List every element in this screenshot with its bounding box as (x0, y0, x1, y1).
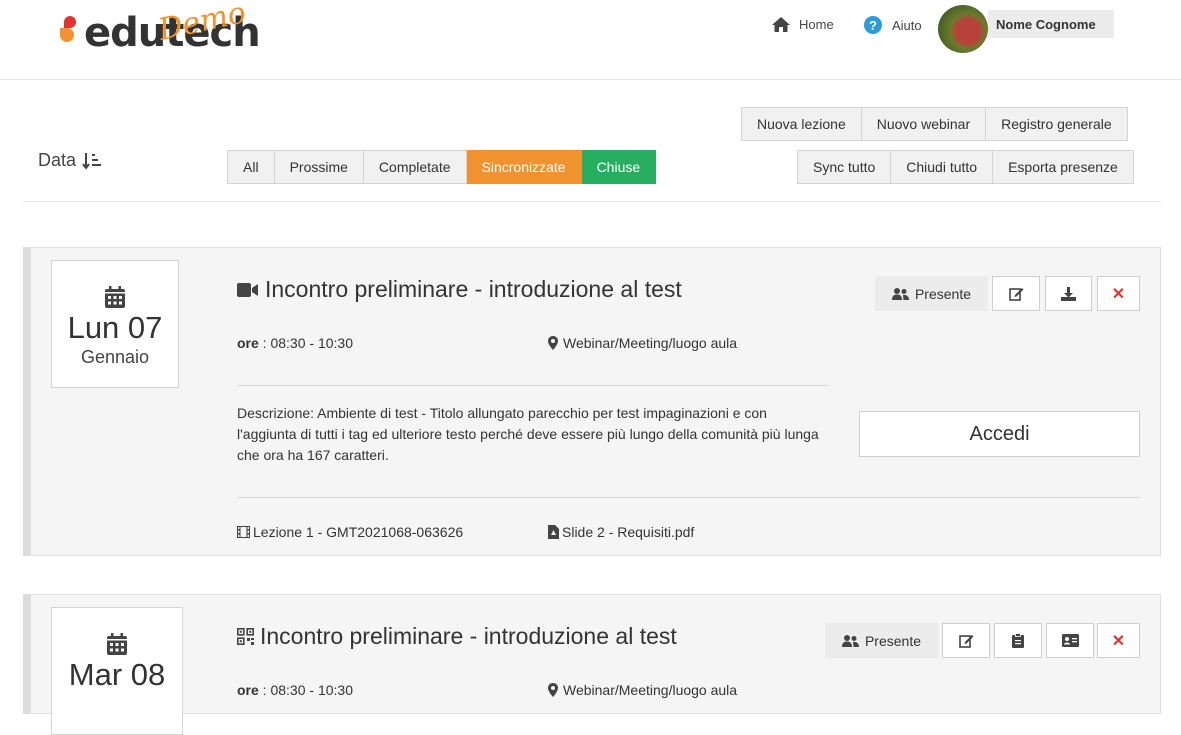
users-icon (891, 287, 909, 300)
logo-mark-orange (60, 28, 74, 42)
event-place-text: Webinar/Meeting/luogo aula (563, 335, 738, 351)
nav-help-label: Aiuto (892, 17, 922, 33)
clipboard-button[interactable] (994, 623, 1042, 658)
top-header: edutech Demo Home ? Aiuto Nome Cognome (0, 0, 1181, 80)
edit-icon (1008, 288, 1023, 301)
filter-completate[interactable]: Completate (363, 150, 467, 184)
close-icon: ✕ (1111, 632, 1126, 650)
presence-button[interactable]: Presente (825, 623, 938, 658)
bulk-actions-group: Sync tutto Chiudi tutto Esporta presenze (797, 150, 1134, 184)
event-date-box: Mar 08 (51, 607, 183, 735)
event-month: Gennaio (80, 347, 150, 367)
user-name[interactable]: Nome Cognome (988, 10, 1114, 38)
event-card: Mar 08 Incontro preliminare - introduzio… (23, 594, 1161, 735)
edit-button[interactable] (992, 276, 1040, 311)
export-attendance-button[interactable]: Esporta presenze (993, 150, 1134, 184)
event-day: Mar 08 (68, 657, 166, 692)
recording-link[interactable]: Lezione 1 - GMT2021068-063626 (237, 524, 463, 540)
delete-button[interactable]: ✕ (1097, 276, 1140, 311)
event-place: Webinar/Meeting/luogo aula (548, 682, 737, 698)
access-button[interactable]: Accedi (859, 411, 1140, 457)
event-place: Webinar/Meeting/luogo aula (548, 335, 737, 351)
new-webinar-button[interactable]: Nuovo webinar (861, 107, 987, 141)
event-date-box: Lun 07 Gennaio (51, 260, 179, 388)
id-card-button[interactable] (1046, 623, 1094, 658)
id-card-icon (1061, 634, 1079, 647)
edutech-logo[interactable]: edutech Demo (60, 0, 270, 56)
close-all-button[interactable]: Chiudi tutto (891, 150, 994, 184)
sort-by-date[interactable]: Data (38, 150, 102, 171)
edit-icon (958, 635, 973, 648)
time-value: : 08:30 - 10:30 (258, 335, 353, 351)
event-day: Lun 07 (67, 310, 163, 345)
event-title[interactable]: Incontro preliminare - introduzione al t… (237, 276, 682, 303)
filter-group: All Prossime Completate Sincronizzate Ch… (227, 150, 657, 184)
users-icon (841, 634, 859, 647)
presence-button[interactable]: Presente (875, 276, 988, 311)
filter-sincronizzate[interactable]: Sincronizzate (466, 150, 582, 184)
attachment-link[interactable]: Slide 2 - Requisiti.pdf (548, 524, 694, 540)
qrcode-icon (237, 628, 254, 645)
filter-all[interactable]: All (227, 150, 275, 184)
event-title-text: Incontro preliminare - introduzione al t… (265, 276, 682, 302)
nav-help-link[interactable]: ? Aiuto (864, 16, 922, 34)
video-camera-icon (237, 282, 258, 297)
map-marker-icon (548, 336, 558, 350)
recording-name: Lezione 1 - GMT2021068-063626 (253, 524, 464, 540)
general-register-button[interactable]: Registro generale (986, 107, 1128, 141)
calendar-icon (107, 633, 127, 655)
filter-chiuse[interactable]: Chiuse (581, 150, 657, 184)
event-card: Lun 07 Gennaio Incontro preliminare - in… (23, 247, 1161, 556)
presence-label: Presente (864, 632, 922, 649)
toolbar-divider (23, 201, 1161, 202)
film-icon (237, 526, 250, 538)
new-lesson-button[interactable]: Nuova lezione (741, 107, 862, 141)
clipboard-icon (1012, 633, 1024, 648)
avatar[interactable] (938, 5, 988, 53)
delete-button[interactable]: ✕ (1097, 623, 1140, 658)
sync-all-button[interactable]: Sync tutto (797, 150, 892, 184)
nav-home-label: Home (799, 17, 834, 32)
attachment-name: Slide 2 - Requisiti.pdf (562, 524, 695, 540)
close-icon: ✕ (1111, 285, 1126, 303)
edit-button[interactable] (942, 623, 990, 658)
event-time: ore : 08:30 - 10:30 (237, 682, 353, 698)
help-icon: ? (864, 16, 882, 34)
filter-prossime[interactable]: Prossime (274, 150, 364, 184)
time-value: : 08:30 - 10:30 (258, 682, 353, 698)
sort-amount-down-icon (82, 152, 102, 170)
create-actions-group: Nuova lezione Nuovo webinar Registro gen… (741, 107, 1128, 141)
time-label: ore (237, 682, 259, 698)
divider (237, 497, 1140, 498)
nav-home-link[interactable]: Home (771, 16, 834, 33)
divider (237, 385, 829, 386)
sort-label: Data (38, 150, 77, 170)
home-icon (772, 17, 790, 32)
file-pdf-icon (548, 525, 559, 539)
logo-mark-red (64, 16, 76, 28)
download-icon (1061, 286, 1076, 301)
event-description: Descrizione: Ambiente di test - Titolo a… (237, 405, 819, 463)
event-time: ore : 08:30 - 10:30 (237, 335, 353, 351)
time-label: ore (237, 335, 259, 351)
event-place-text: Webinar/Meeting/luogo aula (563, 682, 738, 698)
event-title[interactable]: Incontro preliminare - introduzione al t… (237, 623, 677, 650)
presence-label: Presente (914, 285, 972, 302)
map-marker-icon (548, 683, 558, 697)
event-title-text: Incontro preliminare - introduzione al t… (260, 623, 677, 649)
download-button[interactable] (1045, 276, 1092, 311)
calendar-icon (105, 286, 125, 308)
